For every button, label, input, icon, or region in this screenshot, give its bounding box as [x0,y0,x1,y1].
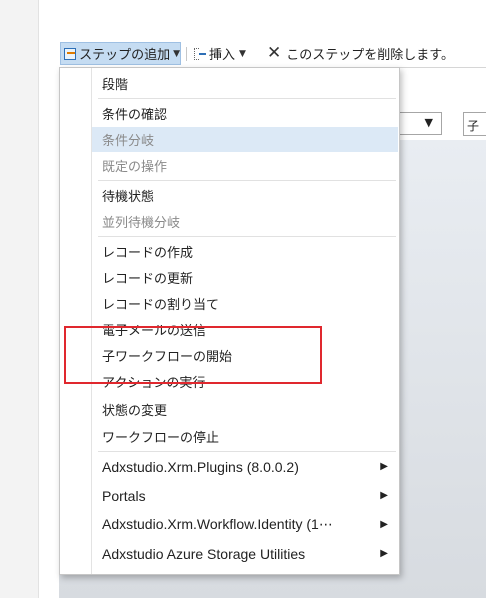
menu-separator [98,236,396,237]
menu-item-conditional-branch[interactable]: 条件分岐 [92,127,398,152]
step-toolbar: ステップの追加 ▼ 挿入 ▼ ✕ このステップを削除します。 [59,40,486,68]
add-step-menu: 段階 条件の確認 条件分岐 既定の操作 待機状態 並列待機分岐 レコードの作成 … [59,67,400,575]
step-name-field[interactable]: 子 [463,112,486,136]
submenu-label: Adxstudio Azure Storage Utilities [102,545,306,562]
menu-item-azure-storage-utilities[interactable]: Adxstudio Azure Storage Utilities ▶ [92,541,398,566]
chevron-down-icon: ▼ [239,48,246,59]
menu-item-adxstudio-plugins[interactable]: Adxstudio.Xrm.Plugins (8.0.0.2) ▶ [92,454,398,479]
menu-item-change-status[interactable]: 状態の変更 [92,397,398,422]
insert-button[interactable]: 挿入 ▼ [194,42,246,65]
annotation-highlight-box [64,326,322,384]
menu-item-create-record[interactable]: レコードの作成 [92,239,398,264]
toolbar-separator [186,47,187,61]
left-strip [0,0,39,598]
delete-step-button[interactable]: ✕ このステップを削除します。 [267,42,454,65]
chevron-down-icon: ▼ [173,48,180,59]
menu-item-adxstudio-identity[interactable]: Adxstudio.Xrm.Workflow.Identity (1⋯ ▶ [92,512,398,537]
menu-item-assign-record[interactable]: レコードの割り当て [92,291,398,316]
menu-item-portals[interactable]: Portals ▶ [92,483,398,508]
chevron-right-icon: ▶ [380,461,388,472]
add-step-button[interactable]: ステップの追加 ▼ [60,42,181,65]
menu-item-stop-workflow[interactable]: ワークフローの停止 [92,424,398,449]
menu-separator [98,180,396,181]
menu-item-update-record[interactable]: レコードの更新 [92,265,398,290]
menu-item-parallel-wait-branch[interactable]: 並列待機分岐 [92,209,398,234]
delete-step-label: このステップを削除します。 [286,48,454,63]
dropdown-arrow-icon: ▼ [424,116,433,129]
submenu-label: Adxstudio.Xrm.Workflow.Identity (1⋯ [102,516,333,532]
menu-item-check-condition[interactable]: 条件の確認 [92,101,398,126]
chevron-right-icon: ▶ [380,519,388,530]
submenu-label: Portals [102,487,146,504]
close-icon: ✕ [267,43,282,63]
chevron-right-icon: ▶ [380,490,388,501]
add-step-icon [64,47,77,60]
menu-item-stage[interactable]: 段階 [92,71,398,96]
menu-item-default-action[interactable]: 既定の操作 [92,153,398,178]
menu-item-wait-condition[interactable]: 待機状態 [92,183,398,208]
insert-icon [194,47,206,61]
add-step-label: ステップの追加 [79,48,171,63]
insert-label: 挿入 [209,48,236,63]
submenu-label: Adxstudio.Xrm.Plugins (8.0.0.2) [102,458,299,475]
menu-separator [98,98,396,99]
chevron-right-icon: ▶ [380,548,388,559]
menu-separator [98,451,396,452]
step-type-dropdown[interactable]: ▼ [396,112,442,135]
